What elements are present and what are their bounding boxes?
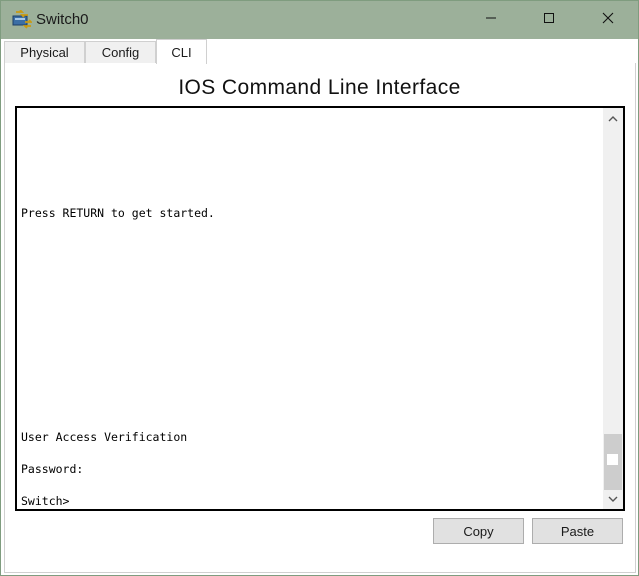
close-button[interactable] [585, 1, 631, 39]
tab-config[interactable]: Config [85, 41, 156, 63]
copy-button[interactable]: Copy [433, 518, 524, 544]
tab-physical[interactable]: Physical [4, 41, 85, 63]
window-title: Switch0 [36, 11, 89, 28]
terminal-console[interactable]: Press RETURN to get started. User Access… [15, 106, 625, 511]
tab-strip: Physical Config CLI [1, 39, 638, 64]
terminal-scrollbar[interactable] [603, 108, 623, 509]
close-icon [602, 11, 614, 29]
terminal-line: Password: [21, 462, 84, 476]
switch-window: Switch0 Physical Config CLI IOS Command … [0, 0, 639, 576]
chevron-down-icon [608, 490, 618, 508]
terminal-prompt: Switch> [21, 494, 70, 508]
scroll-down-button[interactable] [603, 489, 623, 509]
chevron-up-icon [608, 109, 618, 127]
paste-button[interactable]: Paste [532, 518, 623, 544]
terminal-line: Press RETURN to get started. [21, 206, 215, 220]
cisco-switch-icon [12, 9, 34, 29]
tab-cli[interactable]: CLI [156, 39, 207, 64]
minimize-icon [485, 11, 497, 29]
scroll-up-button[interactable] [603, 108, 623, 128]
terminal-line: User Access Verification [21, 430, 188, 444]
cli-heading: IOS Command Line Interface [178, 76, 461, 99]
minimize-button[interactable] [468, 1, 514, 39]
scrollbar-thumb[interactable] [604, 434, 622, 490]
title-bar[interactable]: Switch0 [1, 1, 638, 39]
maximize-button[interactable] [526, 1, 572, 39]
scrollbar-grip [607, 454, 618, 465]
maximize-icon [543, 11, 555, 29]
